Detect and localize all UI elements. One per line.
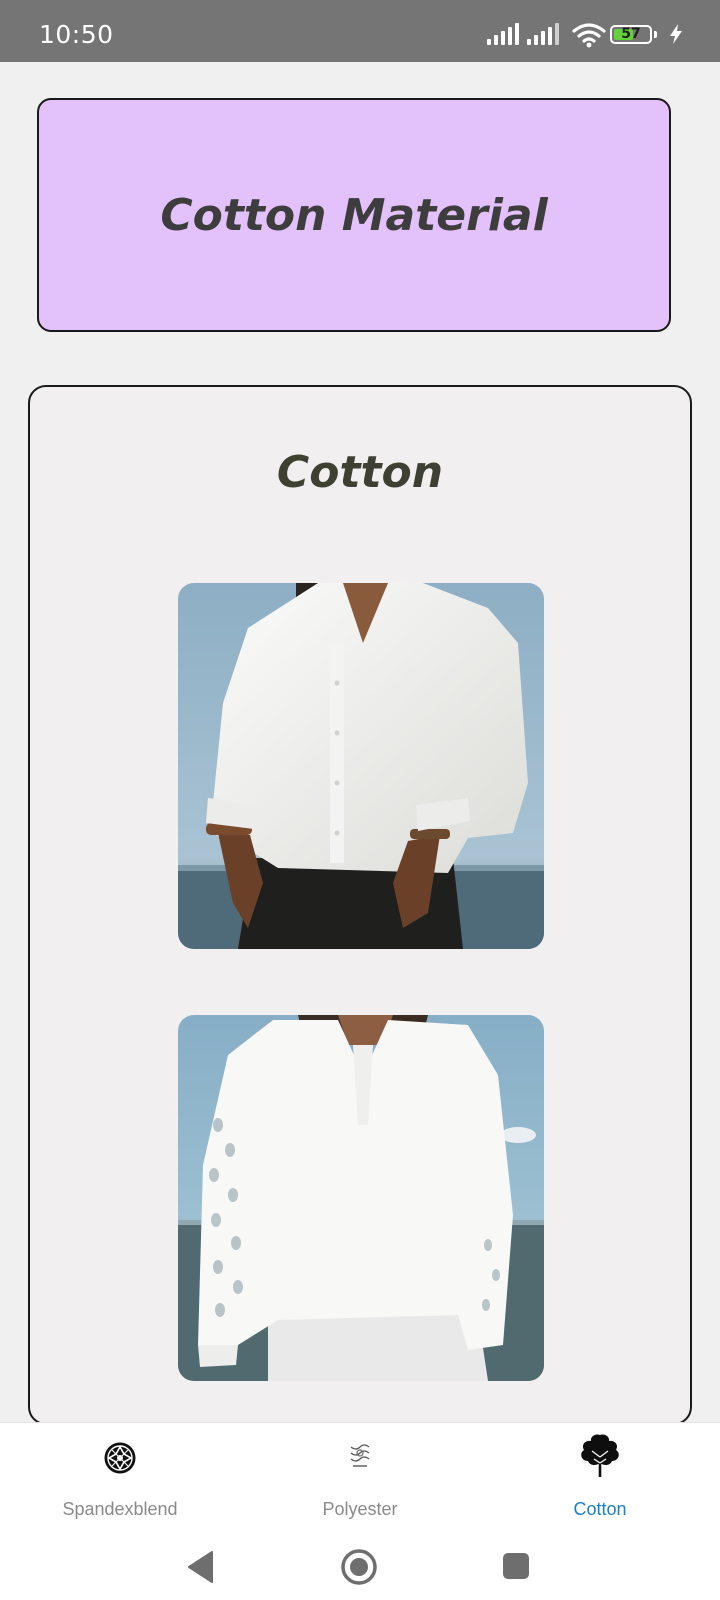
page-title: Cotton Material: [160, 189, 548, 241]
bottom-navigation: Spandexblend Polyester Cotton: [0, 1422, 720, 1530]
battery-icon: 57: [610, 25, 652, 44]
battery-tip: [654, 31, 657, 38]
status-bar: 10:50 57: [0, 0, 720, 62]
polyester-molecule-icon: [350, 1444, 370, 1467]
nav-label-spandexblend: Spandexblend: [62, 1499, 178, 1519]
spandex-pattern-icon: [104, 1442, 136, 1474]
wifi-icon: [572, 23, 606, 48]
status-time: 10:50: [39, 20, 114, 49]
white-eyelet-blouse-photo[interactable]: [178, 1015, 544, 1381]
battery-level-text: 57: [621, 26, 641, 42]
header-card: Cotton Material: [37, 98, 671, 332]
nav-label-polyester: Polyester: [322, 1499, 398, 1519]
white-cotton-shirt-photo[interactable]: [178, 583, 544, 949]
signal-icon: [487, 23, 519, 45]
nav-label-cotton: Cotton: [573, 1499, 627, 1519]
section-title: Cotton: [276, 447, 444, 498]
material-card: Cotton: [28, 385, 692, 1425]
system-navigation-bar: [0, 1530, 720, 1600]
nav-item-cotton[interactable]: Cotton: [480, 1423, 720, 1531]
charging-bolt-icon: [670, 24, 682, 44]
recents-icon[interactable]: [502, 1552, 530, 1580]
nav-item-spandexblend[interactable]: Spandexblend: [0, 1423, 240, 1531]
signal-icon: [527, 23, 559, 45]
nav-item-polyester[interactable]: Polyester: [240, 1423, 480, 1531]
back-icon[interactable]: [186, 1550, 216, 1584]
home-icon[interactable]: [340, 1548, 378, 1586]
cotton-plant-icon: [581, 1434, 619, 1477]
